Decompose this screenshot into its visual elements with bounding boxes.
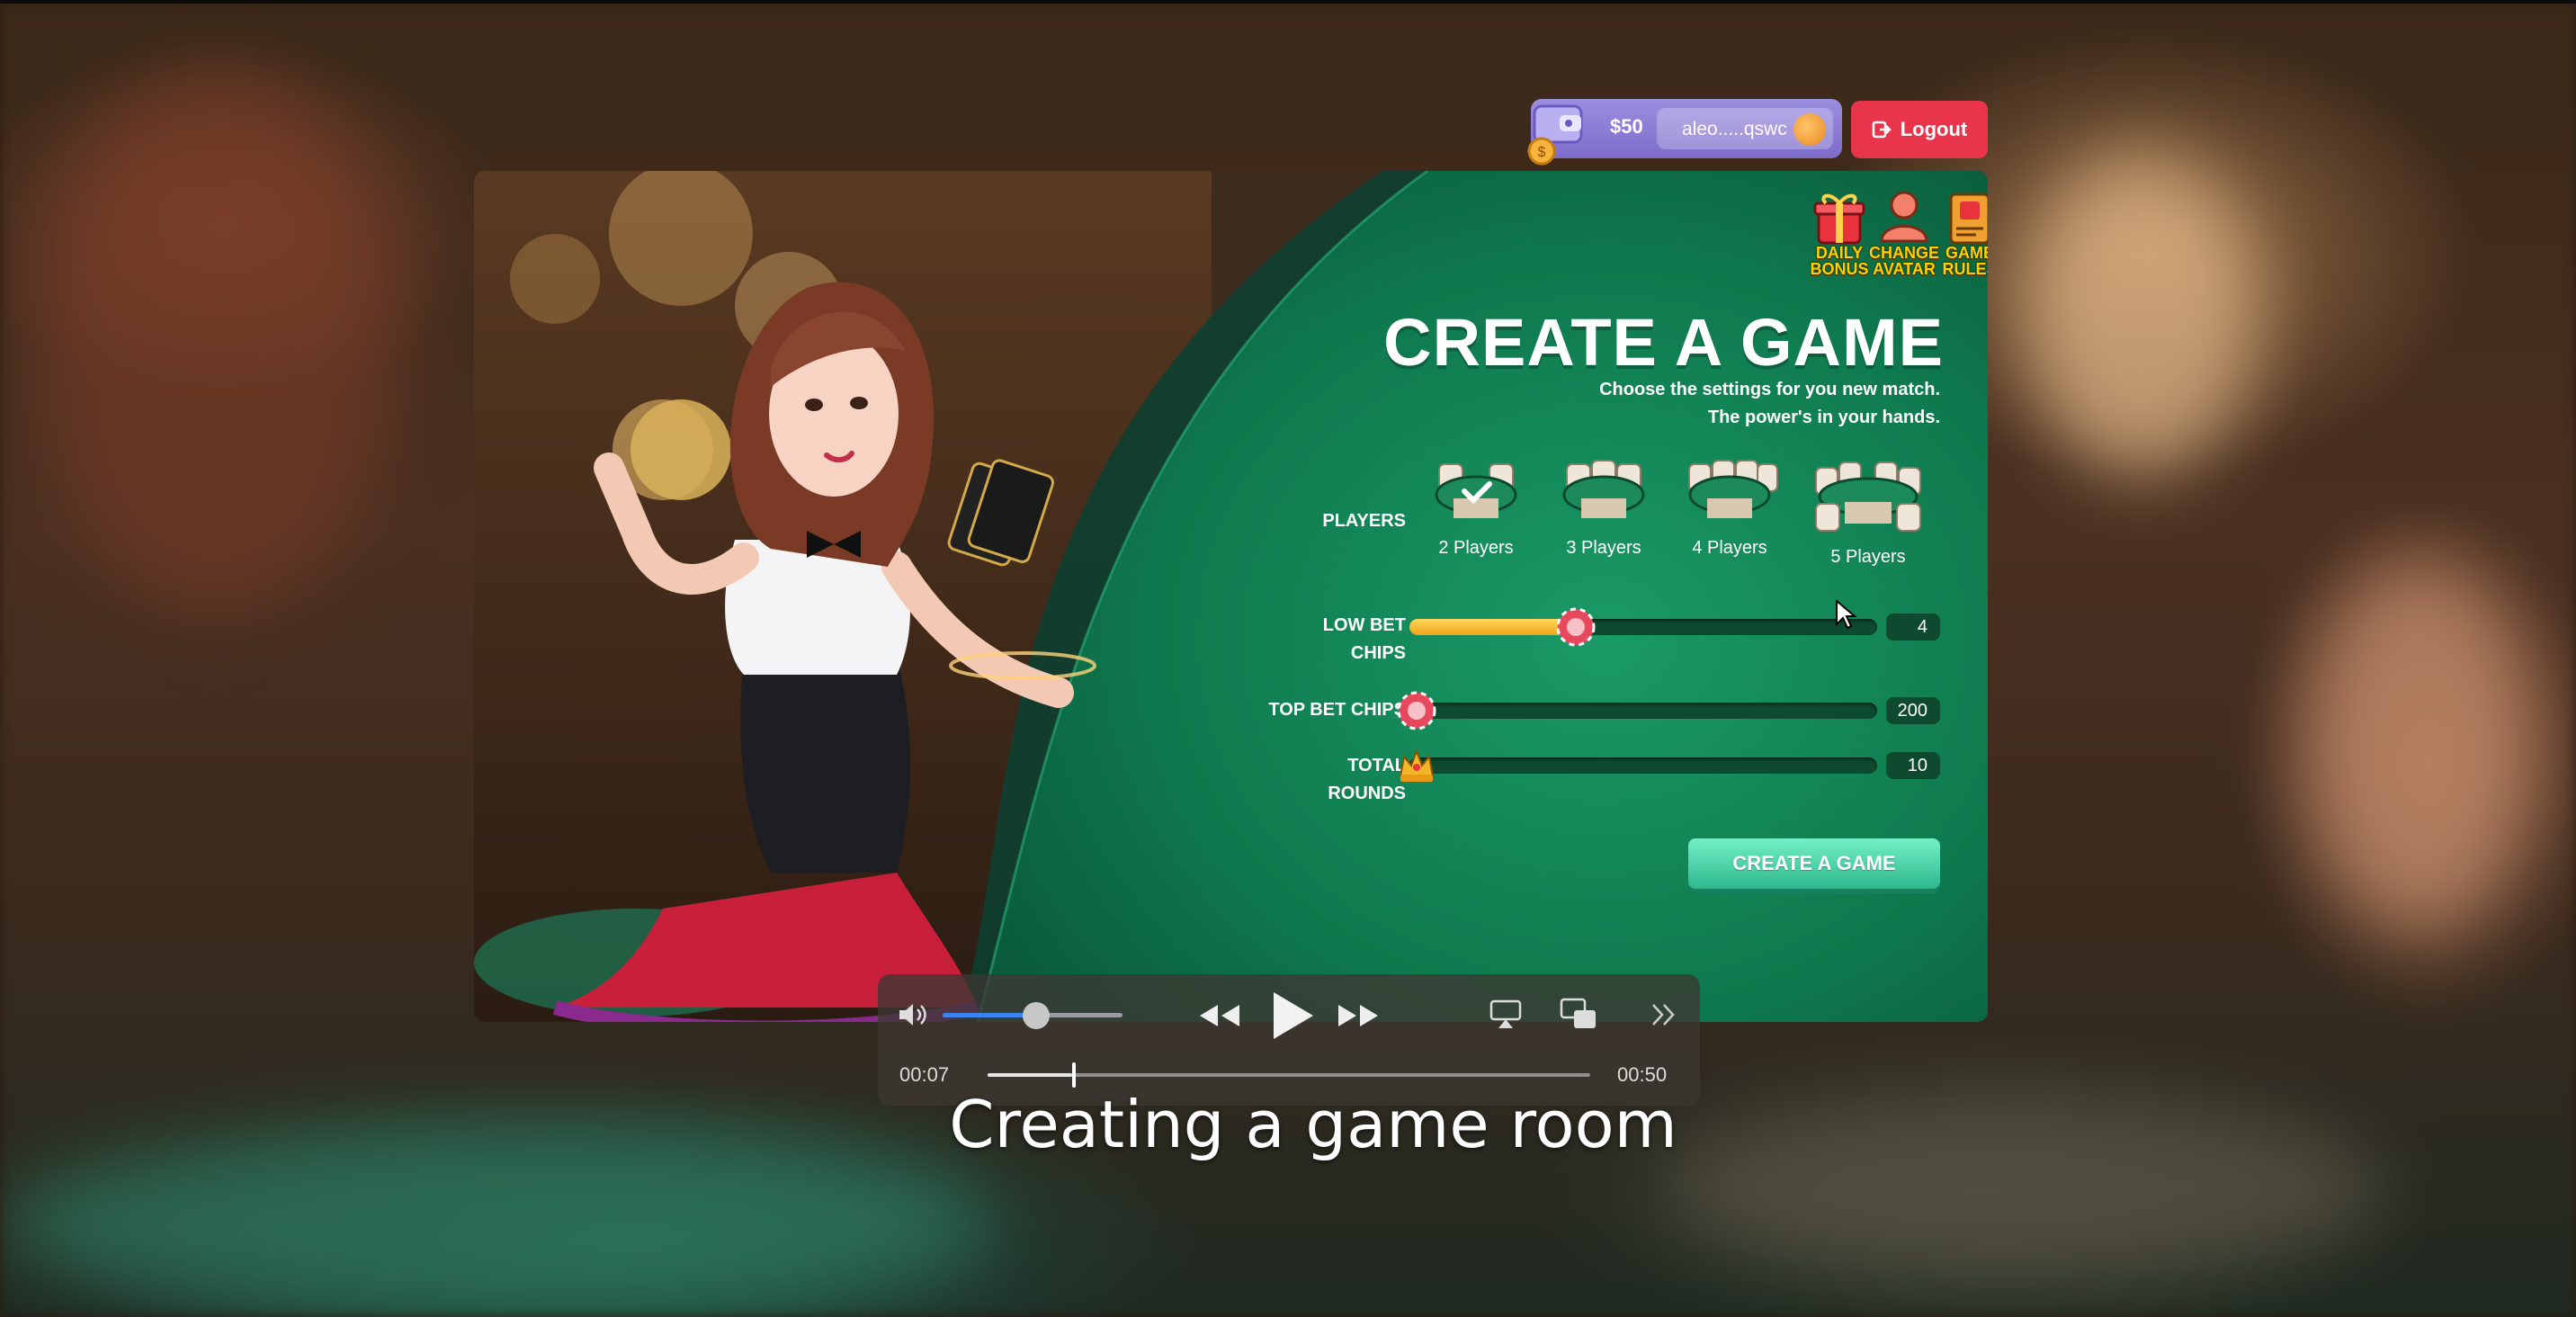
fast-forward-icon[interactable]: [1337, 1003, 1380, 1028]
players-label: PLAYERS: [1322, 511, 1406, 531]
crown-slider-thumb[interactable]: [1397, 746, 1436, 785]
logout-icon: [1872, 121, 1892, 139]
game-rules-button[interactable]: GAME RULES: [1925, 189, 1988, 277]
player-option-label: 4 Players: [1692, 538, 1767, 558]
subtitle-line-2: The power's in your hands.: [1707, 408, 1940, 427]
play-icon[interactable]: [1266, 989, 1317, 1043]
airplay-icon[interactable]: [1489, 999, 1522, 1030]
total-rounds-label: TOTAL ROUNDS: [1284, 752, 1406, 808]
rewind-icon[interactable]: [1198, 1003, 1241, 1028]
avatar: [1793, 113, 1826, 146]
total-rounds-label-2: ROUNDS: [1328, 784, 1406, 803]
chevron-double-right-icon[interactable]: [1650, 1001, 1678, 1028]
low-bet-label-1: LOW BET: [1322, 615, 1406, 635]
table-icon: [1815, 461, 1921, 532]
low-bet-label-2: CHIPS: [1350, 643, 1406, 663]
player-option-label: 2 Players: [1438, 538, 1514, 558]
volume-slider-knob[interactable]: [1023, 1002, 1050, 1029]
poker-chip-slider-thumb[interactable]: [1556, 607, 1596, 647]
subtitle-line-1: Choose the settings for you new match.: [1599, 380, 1940, 399]
total-rounds-value: 10: [1886, 752, 1940, 779]
volume-icon[interactable]: [898, 1001, 928, 1028]
create-game-panel: DAILY BONUS CHANGE AVATAR GAME RULES CRE…: [474, 171, 1988, 1022]
player-option-label: 5 Players: [1830, 547, 1906, 567]
create-game-button[interactable]: CREATE A GAME: [1688, 838, 1940, 889]
total-rounds-slider[interactable]: [1399, 748, 1877, 782]
playback-scrubber[interactable]: [1071, 1062, 1076, 1088]
game-rules-label-2: RULES: [1942, 260, 1988, 278]
playback-progress-bar[interactable]: [988, 1062, 1590, 1088]
poker-chip-slider-thumb[interactable]: [1397, 691, 1436, 730]
table-icon: [1562, 460, 1645, 518]
wallet-address: aleo.....qswc: [1682, 119, 1787, 139]
top-bet-slider[interactable]: [1397, 691, 1877, 730]
wallet-icon: $: [1527, 104, 1583, 166]
wallet-address-pill[interactable]: aleo.....qswc: [1657, 108, 1833, 149]
low-bet-label: LOW BET CHIPS: [1248, 612, 1406, 667]
picture-in-picture-icon[interactable]: [1560, 998, 1597, 1030]
total-rounds-label-1: TOTAL: [1347, 756, 1406, 775]
player-option-2[interactable]: 2 Players: [1422, 459, 1530, 559]
player-option-5[interactable]: 5 Players: [1809, 459, 1928, 568]
low-bet-slider[interactable]: [1409, 607, 1877, 647]
video-caption: Creating a game room: [949, 1087, 1677, 1162]
table-icon: [1435, 463, 1517, 518]
top-edge: [0, 0, 2576, 4]
current-time: 00:07: [899, 1063, 950, 1086]
playback-progress-fill: [988, 1073, 1072, 1077]
logout-button[interactable]: Logout: [1851, 101, 1988, 158]
player-option-3[interactable]: 3 Players: [1550, 459, 1658, 559]
logout-label: Logout: [1900, 118, 1968, 140]
wallet-widget[interactable]: $ $50 aleo.....qswc: [1527, 99, 1842, 166]
svg-text:$: $: [1538, 145, 1546, 160]
top-bet-label: TOP BET CHIPS: [1268, 700, 1406, 720]
page-subtitle: Choose the settings for you new match. T…: [1373, 376, 1940, 432]
low-bet-slider-fill: [1409, 619, 1569, 635]
page-title: CREATE A GAME: [1383, 305, 1944, 380]
top-bet-value: 200: [1886, 697, 1940, 724]
player-option-4[interactable]: 4 Players: [1676, 459, 1784, 559]
wallet-balance: $50: [1610, 115, 1643, 138]
duration: 00:50: [1617, 1063, 1668, 1086]
low-bet-value: 4: [1886, 614, 1940, 641]
player-option-label: 3 Players: [1566, 538, 1641, 558]
game-rules-label-1: GAME: [1945, 244, 1988, 262]
mouse-cursor-icon: [1836, 599, 1856, 630]
table-icon: [1688, 460, 1778, 518]
rulebook-icon: [1949, 193, 1988, 245]
hostess-character-illustration: [474, 282, 1096, 1022]
volume-slider[interactable]: [943, 1002, 1123, 1029]
